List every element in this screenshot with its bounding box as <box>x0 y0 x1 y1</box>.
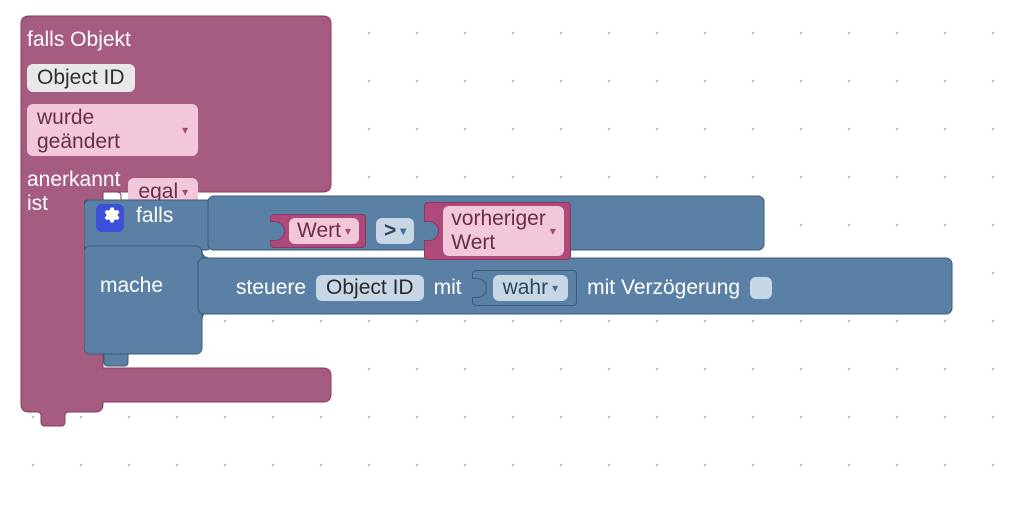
event-header-label: falls Objekt <box>27 28 131 52</box>
control-delay-label: mit Verzögerung <box>587 276 740 300</box>
if-mutator-gear[interactable] <box>96 204 124 232</box>
chevron-down-icon: ▾ <box>345 225 351 237</box>
if-keyword-falls: falls <box>136 204 173 228</box>
event-object-id-field[interactable]: Object ID <box>27 64 135 92</box>
compare-right-dropdown[interactable]: vorheriger Wert ▾ <box>443 206 564 256</box>
control-value-socket[interactable]: wahr ▾ <box>472 270 578 306</box>
compare-right-socket[interactable]: vorheriger Wert ▾ <box>424 202 571 260</box>
compare-left-label: Wert <box>297 219 341 243</box>
control-object-id-field[interactable]: Object ID <box>316 275 424 301</box>
compare-right-label: vorheriger Wert <box>451 207 546 255</box>
control-value-label: wahr <box>503 276 549 300</box>
if-keyword-mache: mache <box>100 274 163 298</box>
control-delay-checkbox[interactable] <box>750 277 772 299</box>
compare-operator-label: > <box>384 219 396 243</box>
compare-operator-dropdown[interactable]: > ▾ <box>376 218 414 244</box>
event-change-mode-dropdown[interactable]: wurde geändert ▾ <box>27 104 198 156</box>
control-verb: steuere <box>236 276 306 300</box>
compare-left-dropdown[interactable]: Wert ▾ <box>289 218 359 244</box>
event-change-mode-label: wurde geändert <box>37 106 178 154</box>
compare-left-socket[interactable]: Wert ▾ <box>270 214 366 248</box>
control-with-label: mit <box>434 276 462 300</box>
control-value-dropdown[interactable]: wahr ▾ <box>493 275 569 301</box>
chevron-down-icon: ▾ <box>552 282 558 294</box>
blockly-workspace[interactable]: falls Objekt Object ID wurde geändert ▾ … <box>0 0 1024 505</box>
chevron-down-icon: ▾ <box>400 225 406 237</box>
gear-icon <box>100 205 120 231</box>
chevron-down-icon: ▾ <box>182 124 188 136</box>
chevron-down-icon: ▾ <box>550 225 556 237</box>
